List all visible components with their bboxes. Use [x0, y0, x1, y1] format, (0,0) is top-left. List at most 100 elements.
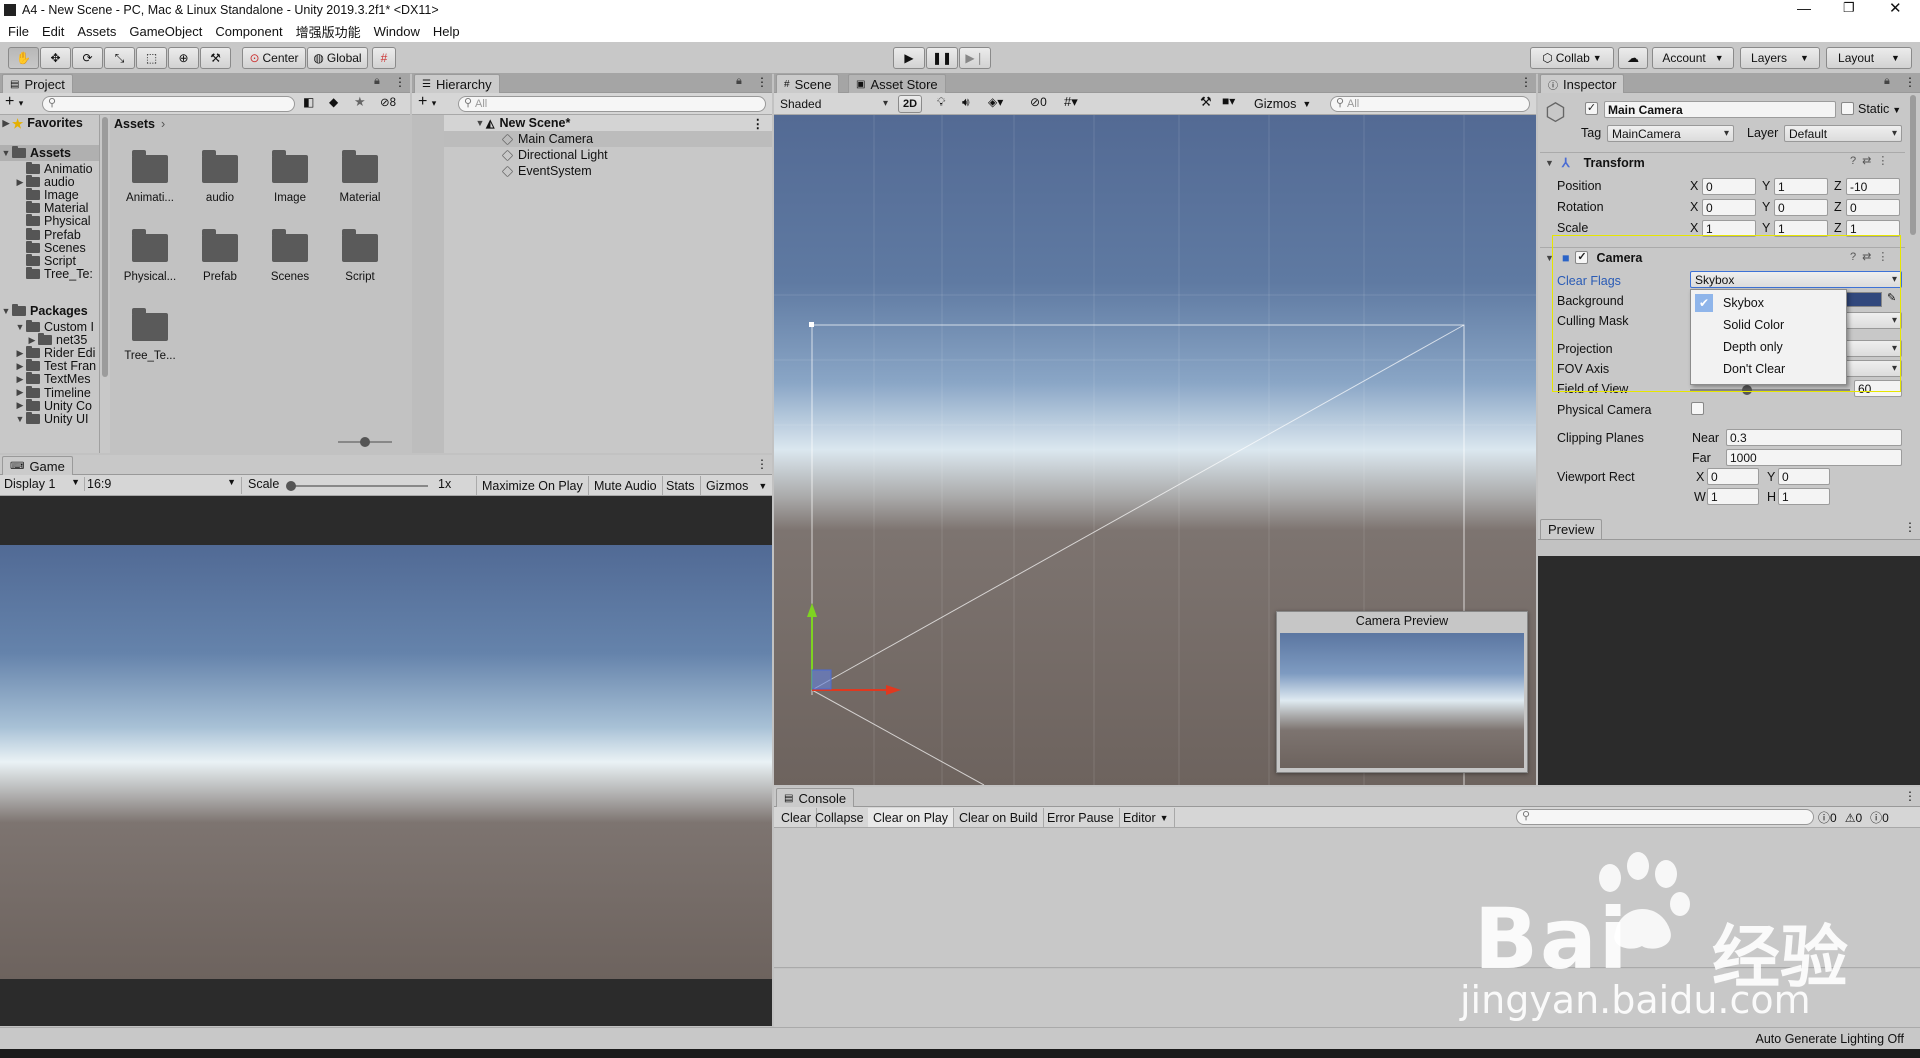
search-by-label-icon[interactable]: ◆	[329, 95, 338, 109]
hierarchy-item[interactable]: EventSystem	[444, 163, 772, 179]
restore-icon[interactable]: ❐	[1843, 0, 1855, 16]
console-collapse-button[interactable]: Collapse	[810, 808, 870, 827]
assets-row[interactable]: ▼ Assets	[0, 145, 99, 161]
scene-search-input[interactable]: All	[1330, 96, 1530, 112]
aspect-dropdown[interactable]: 16:9 ▼	[84, 477, 236, 491]
account-button[interactable]: Account ▼	[1652, 47, 1734, 69]
console-search-input[interactable]	[1516, 809, 1814, 825]
game-gizmos-dropdown[interactable]: Gizmos ▼	[701, 476, 772, 495]
expand-arrow-icon[interactable]: ▶	[26, 335, 38, 346]
camera-icon[interactable]: ■▾	[1222, 94, 1235, 108]
object-name-field[interactable]: Main Camera	[1604, 101, 1836, 118]
cloud-button[interactable]: ☁	[1618, 47, 1648, 69]
close-icon[interactable]: ✕	[1889, 0, 1902, 17]
hidden-objects-icon[interactable]: ⊘0	[1030, 95, 1047, 109]
asset-folder[interactable]: Animati...	[115, 143, 185, 215]
lock-icon[interactable]: 🔒︎	[374, 75, 380, 88]
create-button[interactable]: + ▾	[418, 93, 436, 111]
far-field[interactable]: 1000	[1726, 449, 1902, 466]
asset-folder[interactable]: Tree_Te...	[115, 301, 185, 373]
favorite-star-icon[interactable]: ★	[354, 94, 366, 110]
viewport-x-field[interactable]: 0	[1707, 468, 1759, 485]
foldout-arrow-icon[interactable]: ▼	[1545, 158, 1554, 168]
hierarchy-item[interactable]: Main Camera	[444, 131, 772, 147]
foldout-arrow-icon[interactable]: ▼	[1545, 253, 1554, 263]
scale-x-field[interactable]: 1	[1702, 220, 1756, 237]
step-button[interactable]: ▶❘	[959, 47, 991, 69]
pivot-center-button[interactable]: ⊙ Center	[242, 47, 306, 69]
snap-button[interactable]: #	[372, 47, 396, 69]
expand-arrow-icon[interactable]: ▼	[0, 148, 12, 158]
static-dropdown[interactable]: Static ▼	[1858, 102, 1901, 116]
tab-scene[interactable]: # Scene	[776, 74, 840, 93]
hierarchy-item[interactable]: Directional Light	[444, 147, 772, 163]
layers-button[interactable]: Layers ▼	[1740, 47, 1820, 69]
clear-flags-option[interactable]: Depth only	[1693, 337, 1844, 357]
panel-menu-icon[interactable]: ⋮	[756, 457, 768, 471]
play-button[interactable]: ▶	[893, 47, 925, 69]
transform-tool-button[interactable]: ⊕	[168, 47, 199, 69]
audio-icon[interactable]: 🔊︎	[962, 95, 970, 110]
hierarchy-search-input[interactable]: All	[458, 96, 766, 112]
expand-arrow-icon[interactable]: ▶	[14, 400, 26, 411]
clear-flags-dropdown[interactable]: Skybox	[1690, 271, 1902, 288]
fov-value-field[interactable]: 60	[1854, 380, 1902, 397]
log-warning-icon[interactable]: ⚠0	[1845, 811, 1862, 825]
expand-arrow-icon[interactable]: ▶	[14, 387, 26, 398]
console-clear-on-build-button[interactable]: Clear on Build	[954, 808, 1044, 827]
expand-arrow-icon[interactable]: ▶	[0, 118, 12, 129]
asset-folder[interactable]: Material	[325, 143, 395, 215]
scale-control[interactable]: Scale 1x	[241, 477, 475, 494]
mute-audio-toggle[interactable]: Mute Audio	[589, 476, 663, 495]
expand-arrow-icon[interactable]: ▼	[474, 118, 486, 128]
scale-z-field[interactable]: 1	[1846, 220, 1900, 237]
packages-row[interactable]: ▼ Packages	[0, 303, 88, 319]
expand-arrow-icon[interactable]: ▶	[14, 374, 26, 385]
menu-item-6[interactable]: Window	[374, 24, 420, 39]
asset-folder[interactable]: audio	[185, 143, 255, 215]
scale-slider[interactable]	[286, 481, 428, 491]
inspector-scrollbar[interactable]	[1908, 93, 1918, 518]
clear-flags-option[interactable]: Don't Clear	[1693, 359, 1844, 379]
rotation-z-field[interactable]: 0	[1846, 199, 1900, 216]
position-y-field[interactable]: 1	[1774, 178, 1828, 195]
position-x-field[interactable]: 0	[1702, 178, 1756, 195]
slider-thumb[interactable]	[1742, 385, 1752, 395]
expand-arrow-icon[interactable]: ▶	[14, 348, 26, 359]
expand-arrow-icon[interactable]: ▶	[14, 361, 26, 372]
expand-arrow-icon[interactable]: ▼	[0, 306, 12, 316]
project-search-input[interactable]	[42, 96, 295, 112]
gizmos-dropdown[interactable]: Gizmos ▼	[1254, 94, 1311, 113]
lock-icon[interactable]: 🔒︎	[736, 75, 742, 88]
asset-folder[interactable]: Prefab	[185, 222, 255, 294]
console-editor-button[interactable]: Editor ▼	[1118, 808, 1175, 827]
pause-button[interactable]: ❚❚	[926, 47, 958, 69]
expand-arrow-icon[interactable]: ▼	[14, 322, 26, 332]
rotate-tool-button[interactable]: ⟳	[72, 47, 103, 69]
tab-console[interactable]: ▤ Console	[776, 788, 855, 807]
console-log-area[interactable]	[774, 828, 1920, 968]
menu-item-2[interactable]: Assets	[77, 24, 116, 39]
physical-camera-checkbox[interactable]	[1691, 402, 1704, 415]
menu-item-4[interactable]: Component	[215, 24, 282, 39]
log-info-icon[interactable]: ⓘ0	[1818, 809, 1837, 826]
icon-size-slider[interactable]	[338, 437, 392, 447]
viewport-y-field[interactable]: 0	[1778, 468, 1830, 485]
rect-tool-button[interactable]: ⬚	[136, 47, 167, 69]
game-viewport[interactable]	[0, 496, 772, 1026]
asset-folder[interactable]: Physical...	[115, 222, 185, 294]
favorites-row[interactable]: ▶ ★ Favorites	[0, 115, 83, 131]
asset-folder[interactable]: Script	[325, 222, 395, 294]
viewport-h-field[interactable]: 1	[1778, 488, 1830, 505]
lock-icon[interactable]: 🔒︎	[1884, 75, 1890, 88]
transform-gizmo[interactable]	[807, 603, 901, 695]
breadcrumb-assets[interactable]: Assets	[114, 117, 155, 131]
minimize-icon[interactable]: —	[1797, 0, 1811, 16]
log-error-icon[interactable]: ⓘ0	[1870, 809, 1889, 826]
clear-flags-option[interactable]: ✔ Skybox	[1693, 293, 1844, 313]
panel-menu-icon[interactable]: ⋮	[1520, 75, 1532, 89]
collab-button[interactable]: ⬡ Collab ▼	[1530, 47, 1614, 69]
tab-asset-store[interactable]: ▣ Asset Store	[848, 74, 946, 93]
console-detail-area[interactable]	[774, 969, 1920, 1027]
component-help-icons[interactable]: ?⇄⋮	[1850, 250, 1894, 263]
